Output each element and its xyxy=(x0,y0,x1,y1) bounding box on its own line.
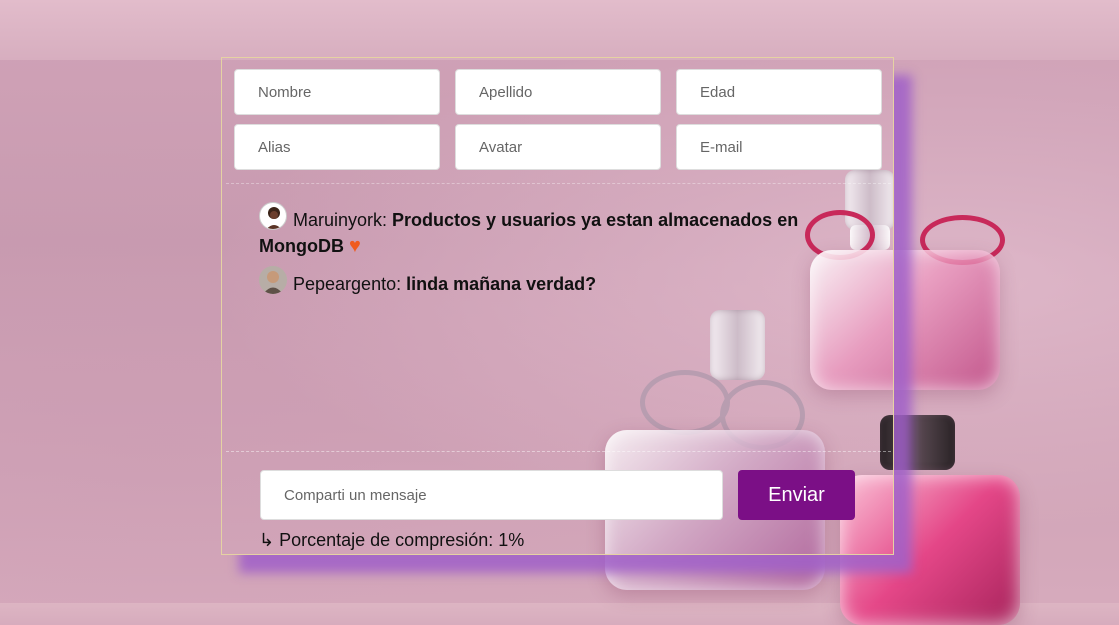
message-list: Maruinyork: Productos y usuarios ya esta… xyxy=(259,202,829,297)
nombre-input[interactable] xyxy=(234,69,440,115)
chat-divider xyxy=(226,451,891,452)
man-avatar-icon xyxy=(259,266,287,294)
send-button[interactable]: Enviar xyxy=(738,470,855,520)
message-input[interactable] xyxy=(260,470,723,520)
arrow-return-icon: ↳ xyxy=(259,530,275,550)
form-divider xyxy=(226,183,891,184)
avatar-input[interactable] xyxy=(455,124,661,170)
message-user: Maruinyork: xyxy=(293,210,388,230)
edad-input[interactable] xyxy=(676,69,882,115)
alias-input[interactable] xyxy=(234,124,440,170)
email-input[interactable] xyxy=(676,124,882,170)
woman-avatar-icon xyxy=(259,202,287,230)
message-user: Pepeargento: xyxy=(293,274,402,294)
compression-status: ↳ Porcentaje de compresión: 1% xyxy=(259,530,524,551)
heart-icon: ♥ xyxy=(349,235,361,257)
background-top xyxy=(0,0,1119,60)
apellido-input[interactable] xyxy=(455,69,661,115)
message-item: Maruinyork: Productos y usuarios ya esta… xyxy=(259,202,829,259)
message-item: Pepeargento: linda mañana verdad? xyxy=(259,266,829,297)
compression-label: Porcentaje de compresión: 1% xyxy=(279,530,525,550)
message-text: linda mañana verdad? xyxy=(406,274,597,294)
